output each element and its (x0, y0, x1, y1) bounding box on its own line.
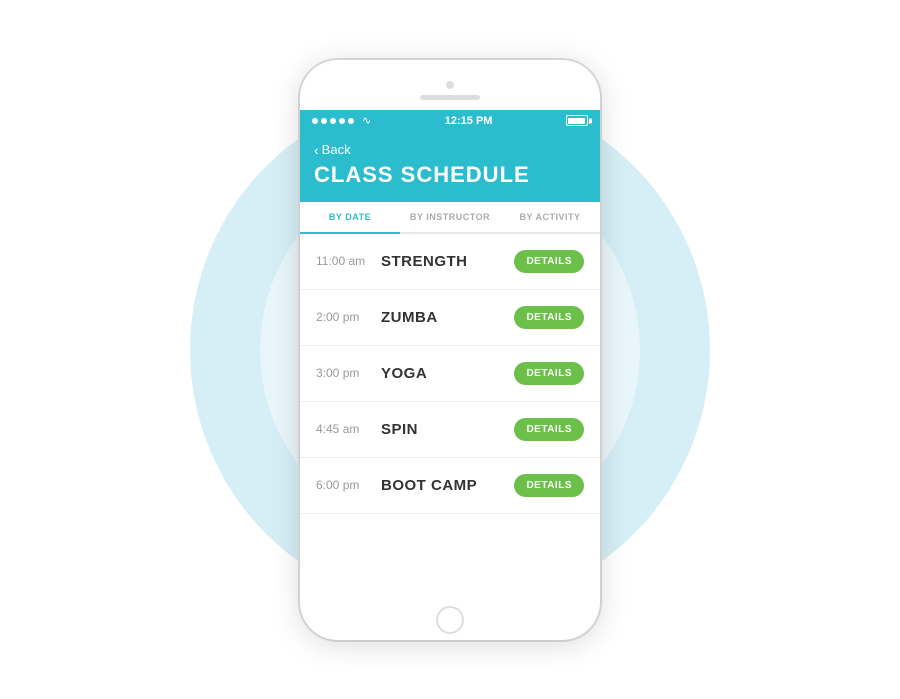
status-time: 12:15 PM (445, 115, 493, 127)
details-button[interactable]: DETAILS (514, 306, 584, 329)
item-name: SPIN (381, 421, 514, 438)
status-bar: ∿ 12:15 PM (300, 110, 600, 132)
phone-top-bezel (300, 60, 600, 110)
item-name: BOOT CAMP (381, 477, 514, 494)
signal-dot (312, 118, 318, 124)
item-time: 6:00 pm (316, 478, 381, 492)
battery-indicator (566, 115, 588, 126)
details-button[interactable]: DETAILS (514, 250, 584, 273)
item-time: 4:45 am (316, 422, 381, 436)
wifi-icon: ∿ (362, 114, 371, 127)
details-button[interactable]: DETAILS (514, 474, 584, 497)
item-name: YOGA (381, 365, 514, 382)
back-label: Back (322, 142, 351, 157)
item-name: ZUMBA (381, 309, 514, 326)
battery-fill (568, 118, 585, 124)
details-button[interactable]: DETAILS (514, 418, 584, 441)
phone-speaker (420, 95, 480, 100)
header-bar: ‹ Back CLASS SCHEDULE (300, 132, 600, 202)
list-item: 6:00 pm BOOT CAMP DETAILS (300, 458, 600, 514)
phone-bottom-bezel (300, 600, 600, 640)
tab-by-instructor[interactable]: BY INSTRUCTOR (400, 202, 500, 232)
item-time: 11:00 am (316, 254, 381, 268)
battery-icon (566, 115, 588, 126)
scene: ∿ 12:15 PM ‹ Back CLASS SCHEDULE BY DATE (0, 0, 900, 699)
signal-dot (321, 118, 327, 124)
page-title: CLASS SCHEDULE (314, 162, 586, 188)
list-item: 3:00 pm YOGA DETAILS (300, 346, 600, 402)
phone-camera (446, 81, 454, 89)
tab-by-activity[interactable]: BY ACTIVITY (500, 202, 600, 232)
item-time: 2:00 pm (316, 310, 381, 324)
home-button[interactable] (436, 606, 464, 634)
list-item: 4:45 am SPIN DETAILS (300, 402, 600, 458)
schedule-list: 11:00 am STRENGTH DETAILS 2:00 pm ZUMBA … (300, 234, 600, 600)
tab-by-date[interactable]: BY DATE (300, 202, 400, 232)
chevron-left-icon: ‹ (314, 142, 319, 158)
details-button[interactable]: DETAILS (514, 362, 584, 385)
signal-dot (330, 118, 336, 124)
signal-dots: ∿ (312, 114, 371, 127)
phone-frame: ∿ 12:15 PM ‹ Back CLASS SCHEDULE BY DATE (300, 60, 600, 640)
tabs-bar: BY DATE BY INSTRUCTOR BY ACTIVITY (300, 202, 600, 234)
signal-dot (339, 118, 345, 124)
back-button[interactable]: ‹ Back (314, 142, 586, 158)
item-time: 3:00 pm (316, 366, 381, 380)
signal-dot (348, 118, 354, 124)
item-name: STRENGTH (381, 253, 514, 270)
list-item: 2:00 pm ZUMBA DETAILS (300, 290, 600, 346)
list-item: 11:00 am STRENGTH DETAILS (300, 234, 600, 290)
